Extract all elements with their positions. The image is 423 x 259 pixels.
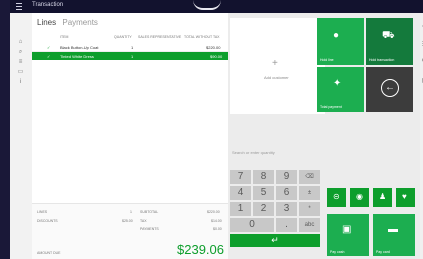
cart-icon: ⛟ — [382, 30, 395, 41]
search-icon[interactable]: ⌕ — [17, 49, 24, 55]
enter-button[interactable]: ↵ — [230, 234, 320, 247]
key-6[interactable]: 6 — [276, 186, 297, 200]
table-row[interactable]: ✓ Black Button-Up Coat 1 $220.00 — [32, 43, 228, 52]
info-icon[interactable]: ⅰ — [17, 79, 24, 85]
table-row-selected[interactable]: ✓ Tinted White Dress 1 $90.00 — [32, 52, 228, 60]
lines-value: 1 — [130, 210, 132, 214]
heart-icon: ♥ — [402, 192, 407, 201]
header-quantity: QUANTITY — [114, 35, 132, 39]
globe-icon: ◉ — [356, 192, 363, 201]
key-9[interactable]: 9 — [276, 170, 297, 184]
key-1[interactable]: 1 — [230, 202, 251, 216]
lines-label: LINES — [37, 210, 48, 214]
row-qty: 1 — [131, 45, 134, 50]
quick-action-4[interactable]: ♥ — [396, 188, 415, 207]
quick-action-3[interactable]: ♟ — [373, 188, 392, 207]
transaction-panel: Lines Payments ITEM QUANTITY SALES REPRE… — [32, 13, 228, 259]
total-payment-label: Total payment — [320, 105, 342, 109]
header-sales-rep: SALES REPRESENTATIVE — [138, 35, 182, 39]
app-window: Transaction ⌂ ⌕ ≡ ▭ ⅰ Lines Payments ITE… — [10, 0, 423, 259]
card-icon: ▬ — [388, 224, 398, 235]
hold-transaction-label: Hold transaction — [369, 58, 395, 62]
home-icon[interactable]: ⌂ — [17, 39, 24, 45]
hold-transaction-tile[interactable]: ⛟ Hold transaction — [366, 18, 413, 65]
key-7[interactable]: 7 — [230, 170, 251, 184]
pay-cash-label: Pay cash — [330, 250, 345, 254]
quick-action-1[interactable]: ⊝ — [327, 188, 346, 207]
key-2[interactable]: 2 — [253, 202, 274, 216]
quick-action-2[interactable]: ◉ — [350, 188, 369, 207]
table-header: ITEM QUANTITY SALES REPRESENTATIVE TOTAL… — [32, 33, 228, 41]
numpad: 7 8 9 ⌫ 4 5 6 ± 1 2 3 * 0 . abc ↵ — [230, 170, 322, 256]
plusminus-key[interactable]: ± — [299, 186, 320, 200]
pay-card-tile[interactable]: ▬ Pay card — [373, 214, 415, 256]
subtotal-label: SUBTOTAL — [140, 210, 159, 214]
add-icon: + — [272, 58, 278, 69]
back-arrow-icon: ← — [381, 79, 399, 97]
row-qty: 1 — [131, 54, 134, 59]
hold-line-tile[interactable]: ● Hold line — [317, 18, 364, 65]
hamburger-icon[interactable] — [16, 3, 22, 10]
amount-due-label: AMOUNT DUE — [37, 251, 61, 255]
add-customer-label: Add customer — [264, 75, 289, 80]
add-customer-panel[interactable]: + Add customer — [230, 18, 325, 114]
discounts-label: DISCOUNTS — [37, 219, 58, 223]
tab-lines[interactable]: Lines — [37, 18, 56, 27]
payments-label: PAYMENTS — [140, 227, 159, 231]
info-icon: ⊝ — [333, 192, 340, 201]
key-0[interactable]: 0 — [230, 218, 274, 232]
key-decimal[interactable]: . — [276, 218, 297, 232]
discounts-value: $25.00 — [122, 219, 133, 223]
hold-line-label: Hold line — [320, 58, 334, 62]
search-quantity-input[interactable]: Search or enter quantity — [232, 150, 275, 155]
amount-due-value: $239.06 — [177, 242, 224, 257]
multiply-key[interactable]: * — [299, 202, 320, 216]
row-total: $220.00 — [206, 45, 221, 50]
title-decoration — [193, 0, 221, 10]
total-payment-tile[interactable]: ✦ Total payment — [317, 67, 364, 112]
key-3[interactable]: 3 — [276, 202, 297, 216]
tax-value: $14.00 — [211, 219, 222, 223]
backspace-key[interactable]: ⌫ — [299, 170, 320, 184]
subtotal-value: $220.00 — [207, 210, 220, 214]
row-item: Black Button-Up Coat — [60, 45, 99, 50]
left-nav: ⌂ ⌕ ≡ ▭ ⅰ — [10, 13, 33, 259]
totals-summary: LINES 1 DISCOUNTS $25.00 SUBTOTAL $220.0… — [32, 203, 228, 259]
window-title: Transaction — [32, 2, 64, 8]
row-item: Tinted White Dress — [60, 54, 94, 59]
abc-key[interactable]: abc — [299, 218, 320, 232]
key-8[interactable]: 8 — [253, 170, 274, 184]
key-4[interactable]: 4 — [230, 186, 251, 200]
clipboard-icon[interactable]: ▭ — [17, 69, 24, 75]
title-bar: Transaction — [10, 0, 423, 13]
row-check-icon: ✓ — [47, 45, 51, 50]
person-icon: ♟ — [379, 192, 387, 201]
cash-icon: ▣ — [342, 224, 352, 235]
payments-value: $0.00 — [213, 227, 222, 231]
hold-line-icon: ● — [333, 30, 340, 41]
key-5[interactable]: 5 — [253, 186, 274, 200]
pay-cash-tile[interactable]: ▣ Pay cash — [327, 214, 369, 256]
row-total: $90.00 — [210, 54, 223, 59]
pay-card-label: Pay card — [376, 250, 390, 254]
row-check-icon: ✓ — [47, 54, 51, 59]
header-item: ITEM — [60, 35, 69, 39]
tax-label: TAX — [140, 219, 147, 223]
list-icon[interactable]: ≡ — [17, 59, 24, 65]
tab-payments[interactable]: Payments — [62, 18, 98, 27]
header-total: TOTAL WITHOUT TAX — [184, 35, 220, 39]
coins-icon: ✦ — [333, 78, 342, 89]
tab-strip: Lines Payments — [37, 18, 98, 27]
back-tile[interactable]: ← — [366, 67, 413, 112]
